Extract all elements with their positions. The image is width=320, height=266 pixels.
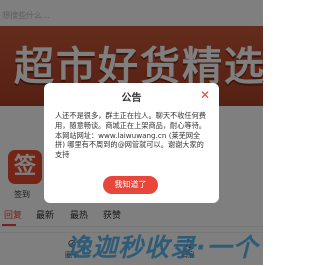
announcement-dialog: 公告 ✕ 人还不是很多，群主正在拉人。聊天不收任何费用，随意畅谈。商城正在上架商… [44, 83, 219, 203]
close-icon[interactable]: ✕ [200, 89, 210, 101]
dialog-body: 人还不是很多，群主正在拉人。聊天不收任何费用，随意畅谈。商城正在上架商品，耐心等… [55, 111, 206, 160]
confirm-button[interactable]: 我知道了 [103, 176, 158, 194]
dialog-title: 公告 [121, 93, 142, 104]
